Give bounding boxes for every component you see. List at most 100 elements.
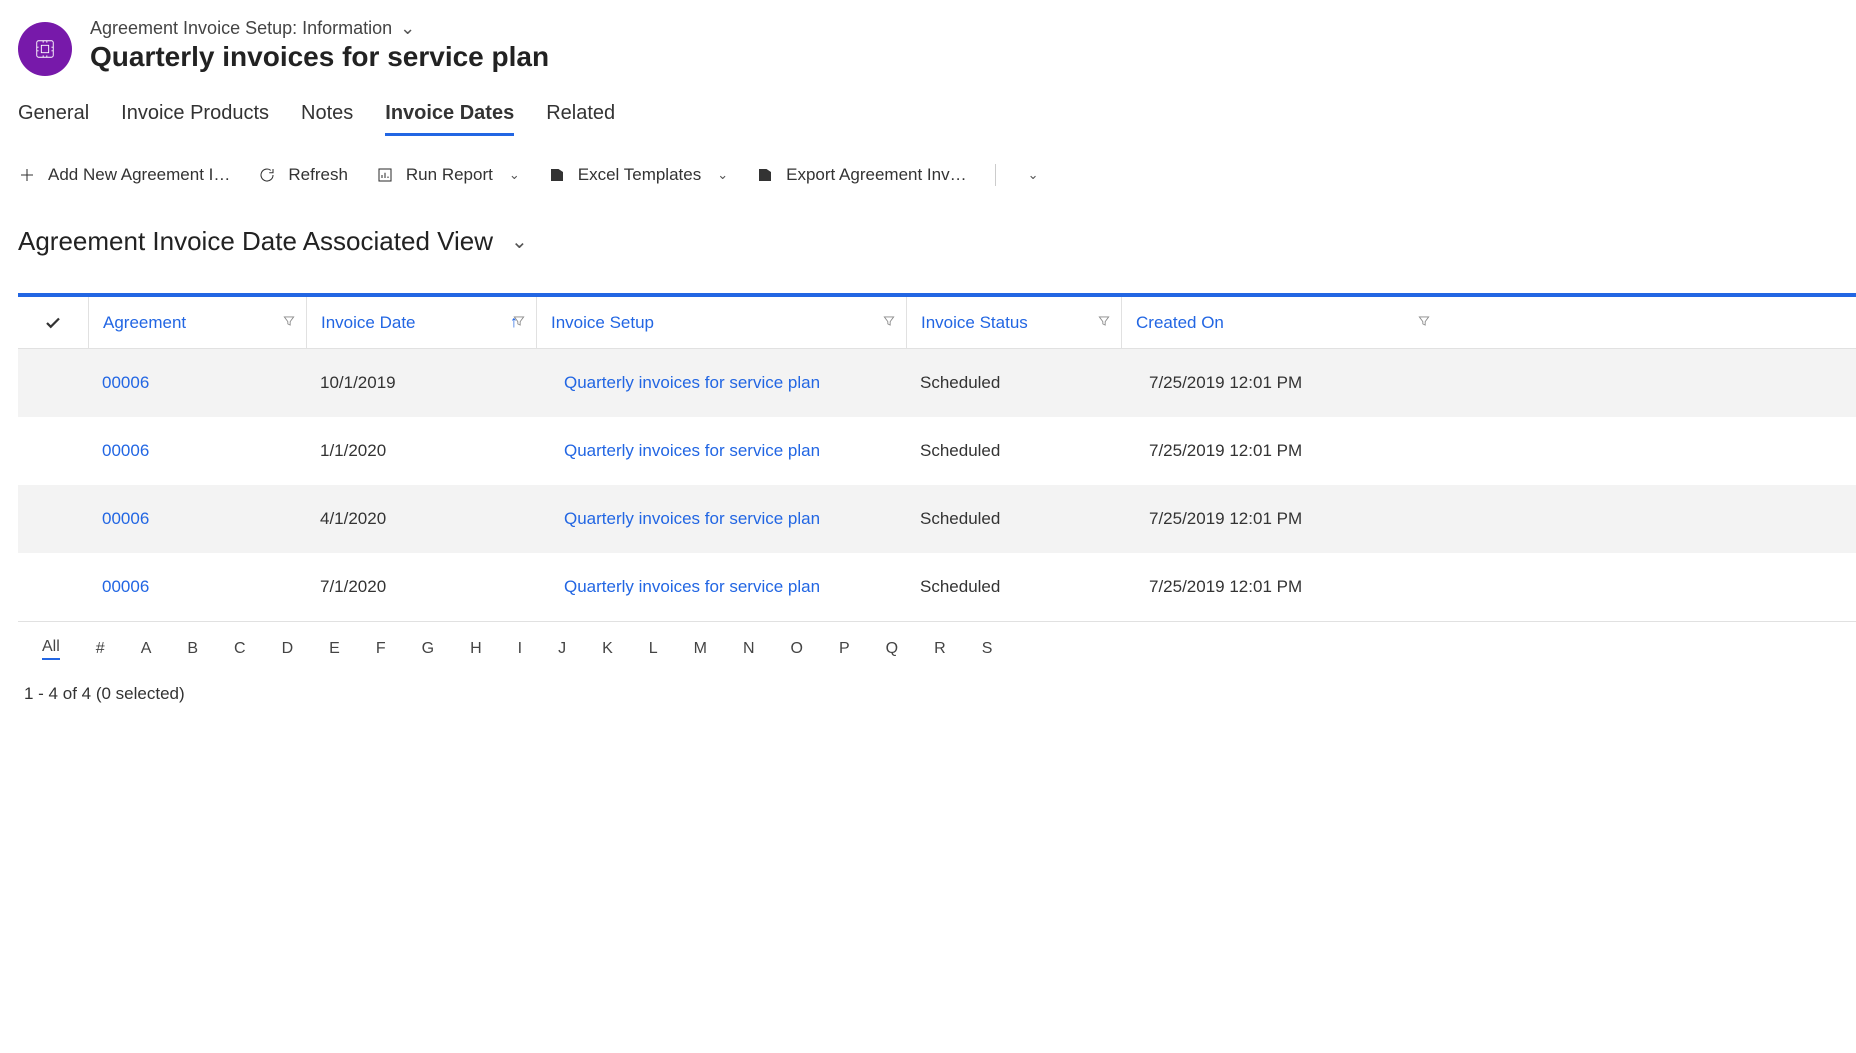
chevron-down-icon: ⌄ bbox=[1028, 167, 1039, 183]
alpha-r[interactable]: R bbox=[934, 640, 946, 658]
column-label: Invoice Setup bbox=[551, 313, 654, 333]
cell-invoice-date: 10/1/2019 bbox=[306, 373, 536, 393]
alpha-c[interactable]: C bbox=[234, 640, 246, 658]
cell-invoice-status: Scheduled bbox=[906, 509, 1121, 529]
alpha-index-bar: All # A B C D E F G H I J K L M N O P Q R S bbox=[18, 621, 1856, 670]
alpha-s[interactable]: S bbox=[982, 640, 993, 658]
alpha-i[interactable]: I bbox=[518, 640, 522, 658]
separator bbox=[995, 164, 996, 186]
column-label: Invoice Status bbox=[921, 313, 1028, 333]
breadcrumb-label: Agreement Invoice Setup: Information bbox=[90, 18, 392, 39]
add-new-button[interactable]: Add New Agreement I… bbox=[18, 165, 230, 185]
cell-created-on: 7/25/2019 12:01 PM bbox=[1121, 577, 1441, 597]
column-label: Agreement bbox=[103, 313, 186, 333]
cell-invoice-date: 1/1/2020 bbox=[306, 441, 536, 461]
alpha-j[interactable]: J bbox=[558, 640, 566, 658]
column-header-invoice-setup[interactable]: Invoice Setup bbox=[536, 297, 906, 348]
alpha-m[interactable]: M bbox=[694, 640, 707, 658]
export-button[interactable]: Export Agreement Inv… bbox=[756, 165, 966, 185]
check-icon bbox=[44, 314, 62, 332]
view-title-label: Agreement Invoice Date Associated View bbox=[18, 226, 493, 257]
plus-icon bbox=[18, 166, 36, 184]
filter-icon[interactable] bbox=[882, 313, 896, 333]
alpha-p[interactable]: P bbox=[839, 640, 850, 658]
cell-invoice-setup[interactable]: Quarterly invoices for service plan bbox=[536, 509, 906, 529]
column-label: Created On bbox=[1136, 313, 1224, 333]
page-title: Quarterly invoices for service plan bbox=[90, 41, 549, 73]
refresh-label: Refresh bbox=[288, 165, 348, 185]
command-bar: Add New Agreement I… Refresh Run Report … bbox=[18, 164, 1856, 186]
filter-icon[interactable] bbox=[282, 313, 296, 333]
alpha-e[interactable]: E bbox=[329, 640, 340, 658]
grid-header: Agreement Invoice Date ↑ Invoice Setup I… bbox=[18, 297, 1856, 349]
filter-icon[interactable] bbox=[512, 313, 526, 333]
tab-invoice-dates[interactable]: Invoice Dates bbox=[385, 102, 514, 136]
alpha-h[interactable]: H bbox=[470, 640, 482, 658]
more-commands-button[interactable]: ⌄ bbox=[1024, 167, 1039, 183]
excel-icon bbox=[756, 166, 774, 184]
filter-icon[interactable] bbox=[1097, 313, 1111, 333]
alpha-f[interactable]: F bbox=[376, 640, 386, 658]
excel-templates-button[interactable]: Excel Templates ⌄ bbox=[548, 165, 728, 185]
tab-invoice-products[interactable]: Invoice Products bbox=[121, 102, 269, 136]
table-row[interactable]: 000064/1/2020Quarterly invoices for serv… bbox=[18, 485, 1856, 553]
view-selector[interactable]: Agreement Invoice Date Associated View ⌄ bbox=[18, 226, 1856, 257]
cell-created-on: 7/25/2019 12:01 PM bbox=[1121, 441, 1441, 461]
cell-agreement[interactable]: 00006 bbox=[88, 441, 306, 461]
cell-invoice-date: 7/1/2020 bbox=[306, 577, 536, 597]
cell-invoice-date: 4/1/2020 bbox=[306, 509, 536, 529]
export-label: Export Agreement Inv… bbox=[786, 165, 966, 185]
chevron-down-icon: ⌄ bbox=[509, 167, 520, 183]
cell-created-on: 7/25/2019 12:01 PM bbox=[1121, 373, 1441, 393]
column-header-invoice-status[interactable]: Invoice Status bbox=[906, 297, 1121, 348]
run-report-label: Run Report bbox=[406, 165, 493, 185]
cell-invoice-status: Scheduled bbox=[906, 441, 1121, 461]
table-row[interactable]: 000061/1/2020Quarterly invoices for serv… bbox=[18, 417, 1856, 485]
cell-agreement[interactable]: 00006 bbox=[88, 577, 306, 597]
cell-invoice-status: Scheduled bbox=[906, 373, 1121, 393]
alpha-o[interactable]: O bbox=[791, 640, 803, 658]
refresh-icon bbox=[258, 166, 276, 184]
cell-invoice-setup[interactable]: Quarterly invoices for service plan bbox=[536, 441, 906, 461]
report-icon bbox=[376, 166, 394, 184]
tab-notes[interactable]: Notes bbox=[301, 102, 353, 136]
chevron-down-icon: ⌄ bbox=[400, 18, 415, 39]
alpha-#[interactable]: # bbox=[96, 640, 105, 658]
alpha-b[interactable]: B bbox=[187, 640, 198, 658]
run-report-button[interactable]: Run Report ⌄ bbox=[376, 165, 520, 185]
page-header: Agreement Invoice Setup: Information ⌄ Q… bbox=[18, 18, 1856, 76]
entity-icon bbox=[18, 22, 72, 76]
tab-general[interactable]: General bbox=[18, 102, 89, 136]
table-row[interactable]: 000067/1/2020Quarterly invoices for serv… bbox=[18, 553, 1856, 621]
cell-invoice-setup[interactable]: Quarterly invoices for service plan bbox=[536, 373, 906, 393]
alpha-q[interactable]: Q bbox=[886, 640, 898, 658]
select-all-header[interactable] bbox=[18, 297, 88, 348]
tabs: General Invoice Products Notes Invoice D… bbox=[18, 102, 1856, 136]
record-count-status: 1 - 4 of 4 (0 selected) bbox=[18, 670, 1856, 718]
column-header-invoice-date[interactable]: Invoice Date ↑ bbox=[306, 297, 536, 348]
breadcrumb[interactable]: Agreement Invoice Setup: Information ⌄ bbox=[90, 18, 549, 39]
alpha-l[interactable]: L bbox=[649, 640, 658, 658]
alpha-g[interactable]: G bbox=[422, 640, 434, 658]
alpha-k[interactable]: K bbox=[602, 640, 613, 658]
alpha-all[interactable]: All bbox=[42, 638, 60, 660]
chevron-down-icon: ⌄ bbox=[511, 229, 528, 254]
column-header-agreement[interactable]: Agreement bbox=[88, 297, 306, 348]
column-header-created-on[interactable]: Created On bbox=[1121, 297, 1441, 348]
table-row[interactable]: 0000610/1/2019Quarterly invoices for ser… bbox=[18, 349, 1856, 417]
cell-agreement[interactable]: 00006 bbox=[88, 509, 306, 529]
add-new-label: Add New Agreement I… bbox=[48, 165, 230, 185]
cell-invoice-status: Scheduled bbox=[906, 577, 1121, 597]
cell-agreement[interactable]: 00006 bbox=[88, 373, 306, 393]
refresh-button[interactable]: Refresh bbox=[258, 165, 348, 185]
excel-templates-label: Excel Templates bbox=[578, 165, 701, 185]
data-grid: Agreement Invoice Date ↑ Invoice Setup I… bbox=[18, 293, 1856, 670]
excel-icon bbox=[548, 166, 566, 184]
alpha-a[interactable]: A bbox=[141, 640, 152, 658]
cell-invoice-setup[interactable]: Quarterly invoices for service plan bbox=[536, 577, 906, 597]
cell-created-on: 7/25/2019 12:01 PM bbox=[1121, 509, 1441, 529]
alpha-n[interactable]: N bbox=[743, 640, 755, 658]
tab-related[interactable]: Related bbox=[546, 102, 615, 136]
alpha-d[interactable]: D bbox=[282, 640, 294, 658]
filter-icon[interactable] bbox=[1417, 313, 1431, 333]
